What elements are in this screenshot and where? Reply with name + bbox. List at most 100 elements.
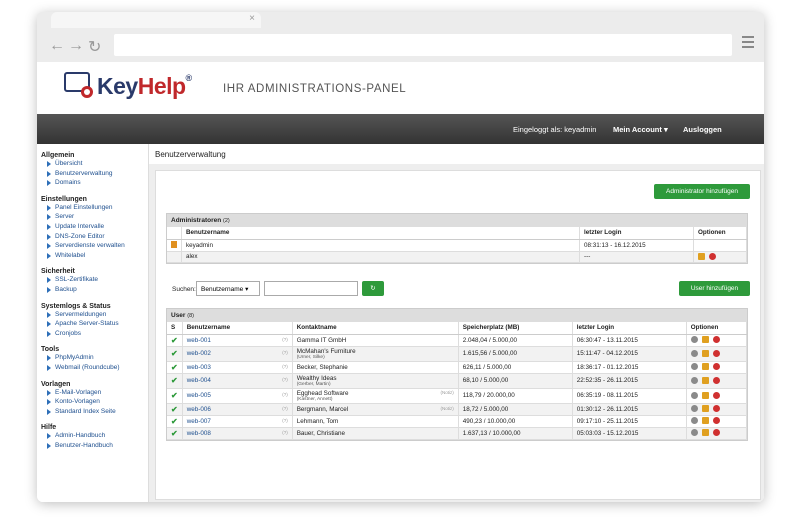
note-marker[interactable]: (Notiz) xyxy=(440,390,453,395)
sidebar-item[interactable]: Server xyxy=(37,212,148,222)
contact-name: Bauer, Christiane xyxy=(296,429,346,437)
add-admin-button[interactable]: Administrator hinzufügen xyxy=(654,184,750,199)
sidebar-section-title: Einstellungen xyxy=(41,195,87,203)
admins-panel-header: Administratoren (2) xyxy=(167,214,747,227)
browser-tab[interactable]: × xyxy=(51,12,261,28)
delete-icon[interactable] xyxy=(709,252,716,260)
sidebar-item[interactable]: Standard Index Seite xyxy=(37,407,148,417)
last-login: 01:30:12 - 26.11.2015 xyxy=(572,403,687,416)
top-nav-bar: Eingeloggt als: keyadmin Mein Account ▾ … xyxy=(37,114,764,144)
close-tab-icon[interactable]: × xyxy=(249,13,255,24)
sidebar-item[interactable]: Admin-Handbuch xyxy=(37,431,148,441)
user-link[interactable]: web-008 xyxy=(187,430,211,437)
sidebar-item[interactable]: Servermeldungen xyxy=(37,310,148,320)
view-icon[interactable] xyxy=(690,376,698,384)
main-content: Benutzerverwaltung Administrator hinzufü… xyxy=(149,144,764,502)
back-icon[interactable]: ← xyxy=(49,37,65,55)
delete-icon[interactable] xyxy=(712,349,720,357)
logout-link[interactable]: Ausloggen xyxy=(683,125,722,134)
add-user-button[interactable]: User hinzufügen xyxy=(679,281,750,296)
delete-icon[interactable] xyxy=(712,363,720,371)
sidebar-item[interactable]: Cronjobs xyxy=(37,329,148,339)
view-icon[interactable] xyxy=(690,349,698,357)
sidebar-item[interactable]: PhpMyAdmin xyxy=(37,353,148,363)
note-marker[interactable]: (Notiz) xyxy=(440,406,453,411)
search-input[interactable] xyxy=(264,281,358,296)
view-icon[interactable] xyxy=(690,336,698,344)
sidebar-item[interactable]: Benutzer-Handbuch xyxy=(37,441,148,451)
sidebar-item[interactable]: Backup xyxy=(37,285,148,295)
sidebar-item[interactable]: Konto-Vorlagen xyxy=(37,397,148,407)
sidebar-item[interactable]: Update Intervalle xyxy=(37,222,148,232)
delete-icon[interactable] xyxy=(712,405,720,413)
forward-icon[interactable]: → xyxy=(68,37,84,55)
edit-icon[interactable] xyxy=(698,252,705,260)
delete-icon[interactable] xyxy=(712,376,720,384)
menu-icon[interactable] xyxy=(742,36,754,51)
status-check-icon: ✔ xyxy=(171,416,178,426)
sidebar-item[interactable]: Benutzerverwaltung xyxy=(37,169,148,179)
storage-usage: 68,10 / 5.000,00 xyxy=(458,373,573,389)
sidebar-item[interactable]: Übersicht xyxy=(37,159,148,169)
column-header: Speicherplatz (MB) xyxy=(458,322,573,335)
view-icon[interactable] xyxy=(690,429,698,437)
delete-icon[interactable] xyxy=(712,391,720,399)
my-account-menu[interactable]: Mein Account ▾ xyxy=(613,125,668,134)
sidebar-item[interactable]: Panel Einstellungen xyxy=(37,203,148,213)
table-row: ✔ web-008 (?) Bauer, Christiane 1.637,13 / 1… xyxy=(167,427,748,440)
info-marker[interactable]: (?) xyxy=(282,350,288,355)
search-field-select[interactable]: Benutzername ▾ xyxy=(196,281,260,296)
view-icon[interactable] xyxy=(690,417,698,425)
info-marker[interactable]: (?) xyxy=(282,364,288,369)
delete-icon[interactable] xyxy=(712,417,720,425)
storage-usage: 1.615,56 / 5.000,00 xyxy=(458,346,573,362)
edit-icon[interactable] xyxy=(701,336,709,344)
sidebar-item[interactable]: Serverdienste verwalten xyxy=(37,241,148,251)
sidebar-section-title: Systemlogs & Status xyxy=(41,302,111,310)
edit-icon[interactable] xyxy=(701,363,709,371)
user-link[interactable]: web-002 xyxy=(187,350,211,357)
edit-icon[interactable] xyxy=(701,349,709,357)
edit-icon[interactable] xyxy=(701,391,709,399)
status-check-icon: ✔ xyxy=(171,362,178,372)
user-link[interactable]: web-001 xyxy=(187,337,211,344)
edit-icon[interactable] xyxy=(701,376,709,384)
user-link[interactable]: web-005 xyxy=(187,392,211,399)
view-icon[interactable] xyxy=(690,391,698,399)
address-bar[interactable] xyxy=(114,34,732,56)
column-header: Optionen xyxy=(686,322,748,335)
search-button[interactable]: ↻ xyxy=(362,281,384,296)
delete-icon[interactable] xyxy=(712,429,720,437)
edit-icon[interactable] xyxy=(701,429,709,437)
logo[interactable]: KeyHelp® xyxy=(97,73,192,100)
info-marker[interactable]: (?) xyxy=(282,418,288,423)
sidebar-item[interactable]: E-Mail-Vorlagen xyxy=(37,388,148,398)
reload-icon[interactable]: ↻ xyxy=(88,37,101,57)
view-icon[interactable] xyxy=(690,405,698,413)
sidebar-item[interactable]: Domains xyxy=(37,178,148,188)
delete-icon[interactable] xyxy=(712,336,720,344)
sidebar-section-title: Vorlagen xyxy=(41,380,71,388)
sidebar-item[interactable]: Whitelabel xyxy=(37,251,148,261)
info-marker[interactable]: (?) xyxy=(282,377,288,382)
admin-icon xyxy=(171,240,177,248)
sidebar-item[interactable]: DNS-Zone Editor xyxy=(37,232,148,242)
user-link[interactable]: web-003 xyxy=(187,364,211,371)
view-icon[interactable] xyxy=(690,363,698,371)
content-card: Administrator hinzufügen Administratoren… xyxy=(155,170,761,500)
user-link[interactable]: web-006 xyxy=(187,406,211,413)
info-marker[interactable]: (?) xyxy=(282,430,288,435)
storage-usage: 1.637,13 / 10.000,00 xyxy=(458,427,573,440)
user-link[interactable]: web-007 xyxy=(187,418,211,425)
sidebar-item[interactable]: SSL-Zertifikate xyxy=(37,275,148,285)
edit-icon[interactable] xyxy=(701,417,709,425)
admin-username: alex xyxy=(181,251,580,263)
sidebar-item[interactable]: Apache Server-Status xyxy=(37,319,148,329)
last-login: 06:35:19 - 08.11.2015 xyxy=(572,388,687,404)
info-marker[interactable]: (?) xyxy=(282,406,288,411)
info-marker[interactable]: (?) xyxy=(282,392,288,397)
sidebar-item[interactable]: Webmail (Roundcube) xyxy=(37,363,148,373)
user-link[interactable]: web-004 xyxy=(187,377,211,384)
info-marker[interactable]: (?) xyxy=(282,337,288,342)
edit-icon[interactable] xyxy=(701,405,709,413)
